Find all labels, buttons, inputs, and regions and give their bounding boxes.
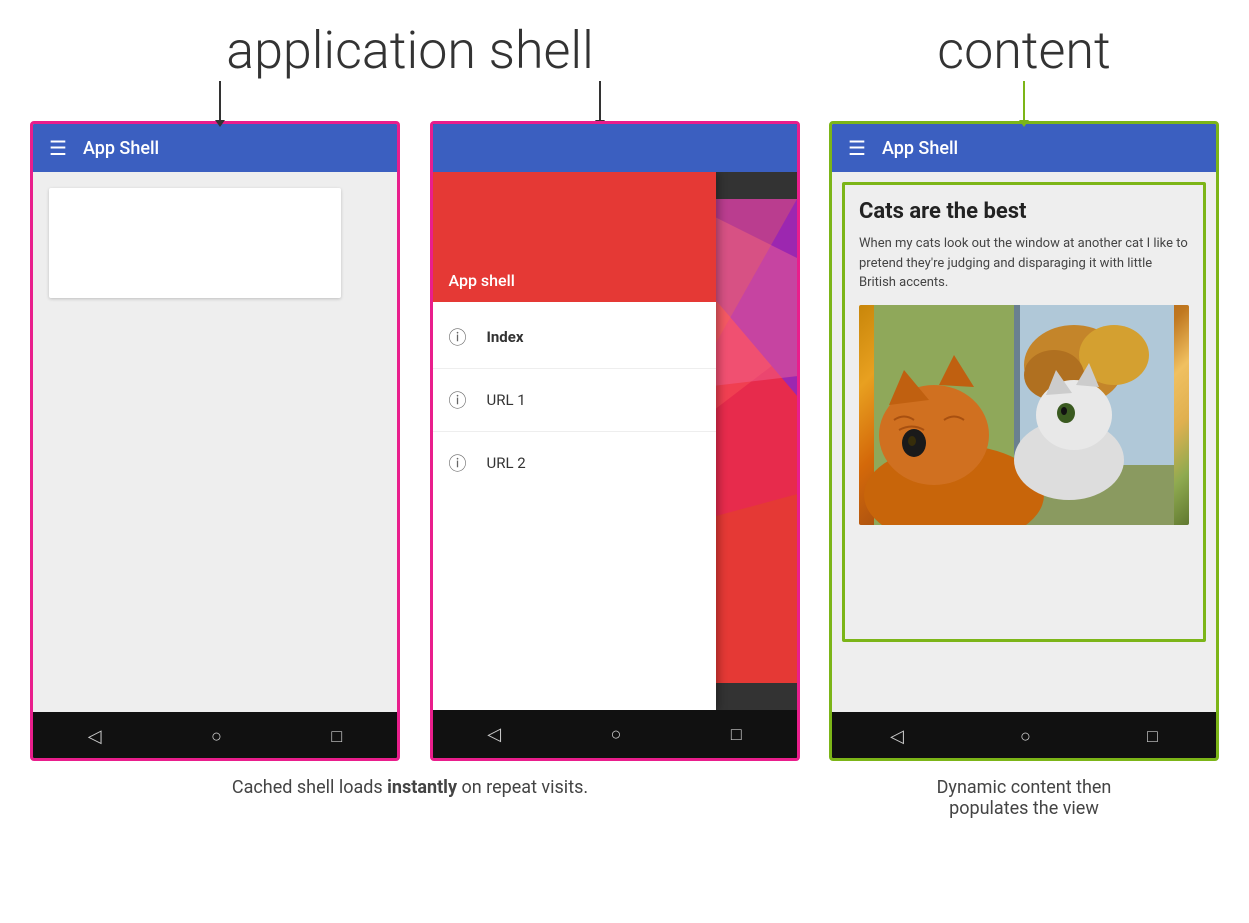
info-icon-url2: ⓘ	[449, 450, 467, 476]
recents-icon-2: □	[731, 724, 742, 745]
app-shell-header-group: application shell	[30, 20, 790, 121]
phone1-title: App Shell	[83, 138, 159, 159]
phone2-app-bar	[433, 124, 797, 172]
hamburger-icon-1: ☰	[49, 138, 67, 158]
cat-image	[859, 305, 1189, 525]
recents-icon-3: □	[1147, 726, 1158, 747]
content-label: content	[937, 20, 1111, 81]
drawer-divider-2	[433, 431, 717, 432]
phone-3: ☰ App Shell Cats are the best When my ca…	[829, 121, 1219, 761]
phone3-body: Cats are the best When my cats look out …	[832, 172, 1216, 712]
phone3-app-bar: ☰ App Shell	[832, 124, 1216, 172]
content-title: Cats are the best	[859, 199, 1189, 224]
content-header-group: content	[829, 20, 1219, 121]
info-icon-index: ⓘ	[449, 324, 467, 350]
phone1-card	[49, 188, 341, 298]
hamburger-icon-3: ☰	[848, 138, 866, 158]
drawer-header-text: App shell	[449, 271, 515, 290]
phone2-drawer: App shell ⓘ Index ⓘ URL 1	[433, 172, 717, 710]
arrow-to-phone1	[219, 81, 221, 121]
two-arrows	[30, 81, 790, 121]
phones-row: ☰ App Shell ◁ ○ □	[30, 121, 1219, 761]
drawer-item-url1[interactable]: ⓘ URL 1	[433, 373, 717, 427]
phone1-nav: ◁ ○ □	[33, 712, 397, 760]
home-icon-3: ○	[1020, 726, 1031, 747]
caption-bold: instantly	[387, 777, 457, 798]
phone1-body	[33, 172, 397, 712]
content-green-box: Cats are the best When my cats look out …	[842, 182, 1206, 642]
phone1-app-bar: ☰ App Shell	[33, 124, 397, 172]
phone2-nav: ◁ ○ □	[433, 710, 797, 758]
drawer-item-url1-label: URL 1	[487, 391, 526, 409]
arrow-to-phone2	[599, 81, 601, 121]
back-icon-2: ◁	[487, 724, 501, 745]
bottom-row: Cached shell loads instantly on repeat v…	[30, 777, 1219, 819]
content-body: When my cats look out the window at anot…	[859, 234, 1189, 293]
back-icon-3: ◁	[890, 726, 904, 747]
phone3-nav: ◁ ○ □	[832, 712, 1216, 760]
drawer-item-url2[interactable]: ⓘ URL 2	[433, 436, 717, 490]
drawer-item-url2-label: URL 2	[487, 454, 526, 472]
info-icon-url1: ⓘ	[449, 387, 467, 413]
phone-2: App shell ⓘ Index ⓘ URL 1	[430, 121, 800, 761]
drawer-item-index[interactable]: ⓘ Index	[433, 310, 717, 364]
drawer-header: App shell	[433, 172, 717, 302]
drawer-divider-1	[433, 368, 717, 369]
caption-right-line2: populates the view	[949, 798, 1099, 819]
caption-right: Dynamic content then populates the view	[829, 777, 1219, 819]
caption-left: Cached shell loads instantly on repeat v…	[30, 777, 790, 798]
drawer-items: ⓘ Index ⓘ URL 1 ⓘ URL 2	[433, 302, 717, 710]
home-icon-2: ○	[611, 724, 622, 745]
home-icon-1: ○	[211, 726, 222, 747]
main-layout: application shell content ☰ App Shell	[30, 20, 1219, 819]
arrow-to-phone3	[1023, 81, 1025, 121]
phone-1: ☰ App Shell ◁ ○ □	[30, 121, 400, 761]
recents-icon-1: □	[331, 726, 342, 747]
cat-svg	[859, 305, 1189, 525]
back-icon-1: ◁	[88, 726, 102, 747]
header-row: application shell content	[30, 20, 1219, 121]
app-shell-label: application shell	[226, 20, 594, 81]
drawer-item-index-label: Index	[487, 328, 524, 346]
phone2-content-area: App shell ⓘ Index ⓘ URL 1	[433, 172, 797, 710]
caption-right-line1: Dynamic content then	[937, 777, 1112, 798]
phone3-title: App Shell	[882, 138, 958, 159]
